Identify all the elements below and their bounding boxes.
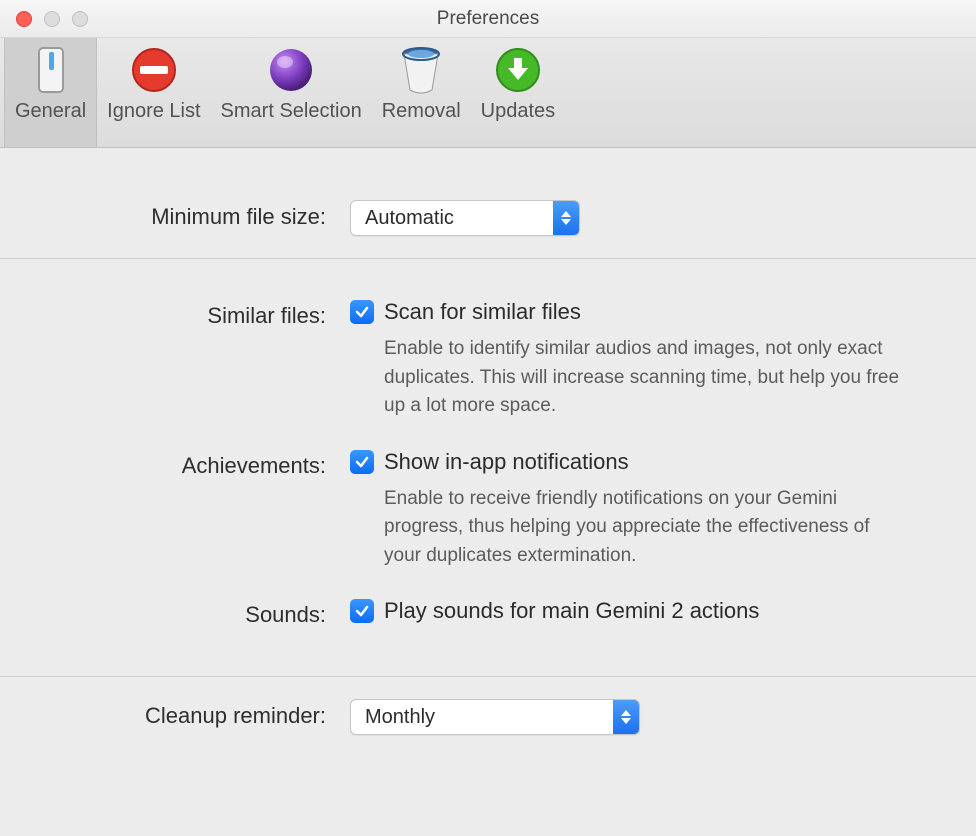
min-file-size-label: Minimum file size: — [50, 200, 350, 230]
scan-similar-label: Scan for similar files — [384, 299, 581, 325]
popup-arrows-icon — [553, 201, 579, 235]
general-pane: Minimum file size: Automatic Similar fil… — [0, 148, 976, 757]
similar-files-label: Similar files: — [50, 299, 350, 329]
tab-ignore-list-label: Ignore List — [107, 100, 200, 123]
general-icon — [27, 46, 75, 94]
cleanup-reminder-value: Monthly — [351, 706, 449, 729]
min-file-size-value: Automatic — [351, 207, 468, 230]
tab-removal[interactable]: Removal — [372, 38, 471, 147]
row-similar-files: Similar files: Scan for similar files En… — [50, 277, 926, 427]
tab-updates-label: Updates — [481, 100, 556, 123]
sounds-check-label: Play sounds for main Gemini 2 actions — [384, 598, 759, 624]
tab-ignore-list[interactable]: Ignore List — [97, 38, 210, 147]
titlebar: Preferences — [0, 0, 976, 38]
achievements-label: Achievements: — [50, 449, 350, 479]
preferences-toolbar: General Ignore List — [0, 38, 976, 148]
download-arrow-icon — [494, 46, 542, 94]
row-cleanup-reminder: Cleanup reminder: Monthly — [50, 677, 926, 757]
scan-similar-checkbox[interactable] — [350, 300, 374, 324]
tab-general-label: General — [15, 100, 86, 123]
tab-updates[interactable]: Updates — [471, 38, 566, 147]
cleanup-reminder-label: Cleanup reminder: — [50, 699, 350, 729]
check-icon — [354, 304, 370, 320]
row-sounds: Sounds: Play sounds for main Gemini 2 ac… — [50, 576, 926, 650]
tab-smart-selection[interactable]: Smart Selection — [211, 38, 372, 147]
popup-arrows-icon — [613, 700, 639, 734]
achievements-checkbox[interactable] — [350, 450, 374, 474]
scan-similar-desc: Enable to identify similar audios and im… — [350, 335, 910, 421]
check-icon — [354, 454, 370, 470]
orb-icon — [267, 46, 315, 94]
achievements-check-label: Show in-app notifications — [384, 449, 629, 475]
cleanup-reminder-popup[interactable]: Monthly — [350, 699, 640, 735]
sounds-checkbox[interactable] — [350, 599, 374, 623]
sounds-label: Sounds: — [50, 598, 350, 628]
window-title: Preferences — [0, 8, 976, 30]
check-icon — [354, 603, 370, 619]
min-file-size-popup[interactable]: Automatic — [350, 200, 580, 236]
achievements-desc: Enable to receive friendly notifications… — [350, 485, 910, 571]
no-entry-icon — [130, 46, 178, 94]
row-min-file-size: Minimum file size: Automatic — [50, 178, 926, 258]
tab-removal-label: Removal — [382, 100, 461, 123]
row-achievements: Achievements: Show in-app notifications … — [50, 427, 926, 577]
tab-smart-selection-label: Smart Selection — [221, 100, 362, 123]
tab-general[interactable]: General — [4, 38, 97, 147]
bucket-icon — [397, 46, 445, 94]
